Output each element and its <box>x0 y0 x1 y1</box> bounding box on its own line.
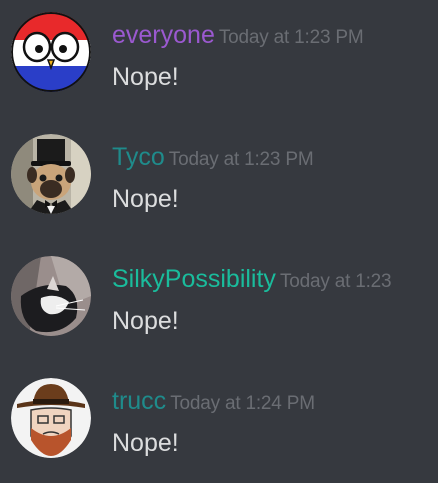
message-header: SilkyPossibility Today at 1:23 <box>112 262 392 296</box>
username[interactable]: Tyco <box>112 143 165 171</box>
message-timestamp: Today at 1:23 PM <box>218 27 364 48</box>
message-content: Nope! <box>112 63 179 91</box>
pug-top-hat-avatar-icon[interactable] <box>11 134 91 214</box>
username[interactable]: trucc <box>112 387 166 415</box>
message-list: everyone Today at 1:23 PM Nope! Tyco Tod… <box>0 0 438 483</box>
message-content: Nope! <box>112 429 179 457</box>
chat-message: Tyco Today at 1:23 PM Nope! <box>0 122 438 242</box>
message-timestamp: Today at 1:23 PM <box>168 149 314 170</box>
message-header: trucc Today at 1:24 PM <box>112 384 315 418</box>
username[interactable]: everyone <box>112 21 215 49</box>
message-header: everyone Today at 1:23 PM <box>112 18 364 52</box>
message-timestamp: Today at 1:23 <box>279 271 392 292</box>
message-content: Nope! <box>112 307 179 335</box>
username[interactable]: SilkyPossibility <box>112 265 276 293</box>
cat-photo-avatar-icon[interactable] <box>11 256 91 336</box>
message-content: Nope! <box>112 185 179 213</box>
cowboy-wojak-avatar-icon[interactable] <box>11 378 91 458</box>
message-timestamp: Today at 1:24 PM <box>170 393 315 414</box>
chat-message: everyone Today at 1:23 PM Nope! <box>0 0 438 120</box>
chat-message: SilkyPossibility Today at 1:23 Nope! <box>0 244 438 364</box>
message-header: Tyco Today at 1:23 PM <box>112 140 314 174</box>
countryball-avatar-icon[interactable] <box>11 12 91 92</box>
chat-message: trucc Today at 1:24 PM Nope! <box>0 366 438 483</box>
